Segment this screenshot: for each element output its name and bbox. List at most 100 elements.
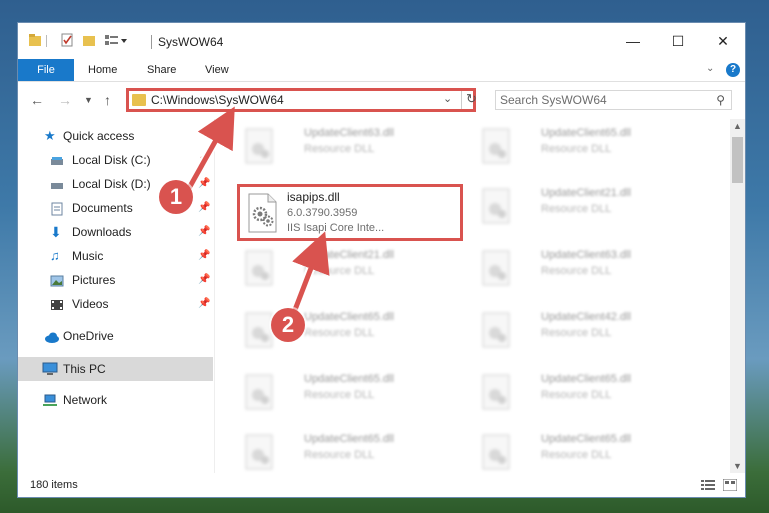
sidebar-item-network[interactable]: Network bbox=[18, 389, 213, 411]
file-description: Resource DLL bbox=[304, 143, 375, 155]
sidebar-item-quick-access[interactable]: ★ Quick access bbox=[18, 125, 213, 147]
file-item[interactable]: UpdateClient42.dll Resource DLL bbox=[475, 305, 695, 357]
scroll-up-icon[interactable]: ▲ bbox=[733, 121, 742, 131]
sidebar-item-label: OneDrive bbox=[63, 329, 114, 343]
customize-toolbar-icon[interactable] bbox=[104, 33, 128, 49]
file-description: Resource DLL bbox=[541, 327, 612, 339]
file-description: Resource DLL bbox=[304, 265, 375, 277]
address-path[interactable]: C:\Windows\SysWOW64 bbox=[151, 93, 284, 107]
file-item[interactable]: UpdateClient65.dll Resource DLL bbox=[475, 367, 695, 419]
qa-separator bbox=[46, 35, 47, 47]
star-icon: ★ bbox=[44, 128, 56, 143]
file-description: Resource DLL bbox=[541, 143, 612, 155]
dll-file-icon bbox=[482, 374, 510, 410]
sidebar-item-music[interactable]: ♫ Music 📌 bbox=[18, 245, 213, 267]
pin-icon[interactable]: 📌 bbox=[198, 293, 210, 315]
file-description: Resource DLL bbox=[541, 389, 612, 401]
dll-file-icon bbox=[482, 434, 510, 470]
tab-share[interactable]: Share bbox=[147, 59, 176, 81]
new-folder-icon[interactable] bbox=[82, 33, 96, 49]
sidebar-item-local-disk-c[interactable]: Local Disk (C:) 📌 bbox=[18, 149, 213, 171]
maximize-button[interactable]: ☐ bbox=[663, 31, 693, 51]
pin-icon[interactable]: 📌 bbox=[198, 221, 210, 243]
file-name: UpdateClient21.dll bbox=[304, 249, 394, 261]
forward-button[interactable]: → bbox=[58, 92, 72, 108]
music-icon: ♫ bbox=[50, 248, 60, 263]
up-button[interactable]: ↑ bbox=[104, 92, 111, 108]
file-item[interactable]: UpdateClient21.dll Resource DLL bbox=[475, 181, 695, 233]
pane-divider[interactable] bbox=[214, 119, 215, 473]
pin-icon[interactable]: 📌 bbox=[198, 173, 210, 195]
address-bar[interactable]: C:\Windows\SysWOW64 ⌄ ↻ bbox=[126, 88, 477, 112]
file-name: UpdateClient65.dll bbox=[304, 373, 394, 385]
search-placeholder: Search SysWOW64 bbox=[500, 93, 607, 107]
tab-view[interactable]: View bbox=[205, 59, 229, 81]
vertical-scrollbar[interactable]: ▲ ▼ bbox=[730, 119, 745, 473]
callout-2: 2 bbox=[271, 308, 305, 342]
refresh-icon[interactable]: ↻ bbox=[461, 91, 477, 109]
file-name: UpdateClient65.dll bbox=[541, 373, 631, 385]
dll-file-icon bbox=[248, 193, 277, 233]
details-view-icon[interactable] bbox=[701, 479, 715, 491]
dll-file-icon bbox=[482, 188, 510, 224]
title-separator bbox=[151, 35, 152, 49]
sidebar-item-label: Local Disk (C:) bbox=[72, 153, 151, 167]
file-item[interactable]: UpdateClient65.dll Resource DLL bbox=[238, 305, 458, 357]
tab-home[interactable]: Home bbox=[88, 59, 117, 81]
file-list: UpdateClient63.dll Resource DLL UpdateCl… bbox=[218, 119, 728, 473]
recent-locations-icon[interactable]: ▼ bbox=[84, 95, 93, 105]
file-item[interactable]: UpdateClient21.dll Resource DLL bbox=[238, 243, 458, 295]
download-icon: ⬇ bbox=[50, 224, 62, 240]
sidebar-item-label: Documents bbox=[72, 201, 133, 215]
sidebar-item-onedrive[interactable]: OneDrive bbox=[18, 325, 213, 347]
documents-icon bbox=[50, 201, 64, 216]
tab-file[interactable]: File bbox=[18, 59, 74, 81]
chevron-down-icon[interactable]: ⌄ bbox=[443, 92, 452, 105]
drive-icon bbox=[50, 153, 64, 167]
expand-ribbon-icon[interactable]: ⌄ bbox=[706, 63, 714, 74]
sidebar-item-label: Music bbox=[72, 249, 104, 263]
pictures-icon bbox=[50, 273, 64, 287]
pin-icon[interactable]: 📌 bbox=[198, 245, 210, 267]
dll-file-icon bbox=[245, 250, 273, 286]
file-item[interactable]: UpdateClient65.dll Resource DLL bbox=[475, 427, 695, 473]
dll-file-icon bbox=[245, 128, 273, 164]
sidebar-item-label: Network bbox=[63, 393, 108, 407]
file-item[interactable]: UpdateClient65.dll Resource DLL bbox=[238, 367, 458, 419]
sidebar-item-label: Quick access bbox=[63, 129, 135, 143]
explorer-window: SysWOW64 — ☐ ✕ File Home Share View ⌄ ? … bbox=[17, 22, 746, 498]
file-description: Resource DLL bbox=[304, 449, 375, 461]
file-description: Resource DLL bbox=[304, 327, 375, 339]
pin-icon[interactable]: 📌 bbox=[198, 197, 210, 219]
properties-icon[interactable] bbox=[60, 33, 74, 49]
file-name: UpdateClient65.dll bbox=[304, 433, 394, 445]
file-name: UpdateClient65.dll bbox=[541, 433, 631, 445]
file-description: Resource DLL bbox=[541, 203, 612, 215]
sidebar-item-pictures[interactable]: Pictures 📌 bbox=[18, 269, 213, 291]
file-item[interactable]: UpdateClient65.dll Resource DLL bbox=[475, 121, 695, 173]
help-icon[interactable]: ? bbox=[726, 63, 740, 77]
scrollbar-thumb[interactable] bbox=[732, 137, 743, 183]
search-icon[interactable]: ⚲ bbox=[716, 93, 725, 107]
file-item[interactable]: UpdateClient63.dll Resource DLL bbox=[238, 121, 458, 173]
sidebar-item-videos[interactable]: Videos 📌 bbox=[18, 293, 213, 315]
back-button[interactable]: ← bbox=[30, 92, 44, 108]
scroll-down-icon[interactable]: ▼ bbox=[733, 461, 742, 471]
sidebar-item-downloads[interactable]: ⬇ Downloads 📌 bbox=[18, 221, 213, 243]
file-item[interactable]: UpdateClient63.dll Resource DLL bbox=[475, 243, 695, 295]
file-item[interactable]: UpdateClient65.dll Resource DLL bbox=[238, 427, 458, 473]
minimize-button[interactable]: — bbox=[618, 31, 648, 51]
sidebar-item-this-pc[interactable]: This PC bbox=[18, 357, 213, 381]
cloud-icon bbox=[44, 329, 59, 343]
dll-file-icon bbox=[482, 250, 510, 286]
navigation-bar: ← → ▼ ↑ C:\Windows\SysWOW64 ⌄ ↻ Search S… bbox=[18, 86, 745, 114]
dll-file-icon bbox=[245, 374, 273, 410]
file-name: UpdateClient65.dll bbox=[304, 311, 394, 323]
network-icon bbox=[42, 393, 57, 407]
large-icons-view-icon[interactable] bbox=[722, 478, 738, 492]
close-button[interactable]: ✕ bbox=[708, 31, 738, 51]
pin-icon[interactable]: 📌 bbox=[198, 149, 210, 171]
search-input[interactable]: Search SysWOW64 ⚲ bbox=[495, 90, 732, 110]
pin-icon[interactable]: 📌 bbox=[198, 269, 210, 291]
highlighted-file-item[interactable]: isapips.dll 6.0.3790.3959 IIS Isapi Core… bbox=[237, 184, 463, 241]
